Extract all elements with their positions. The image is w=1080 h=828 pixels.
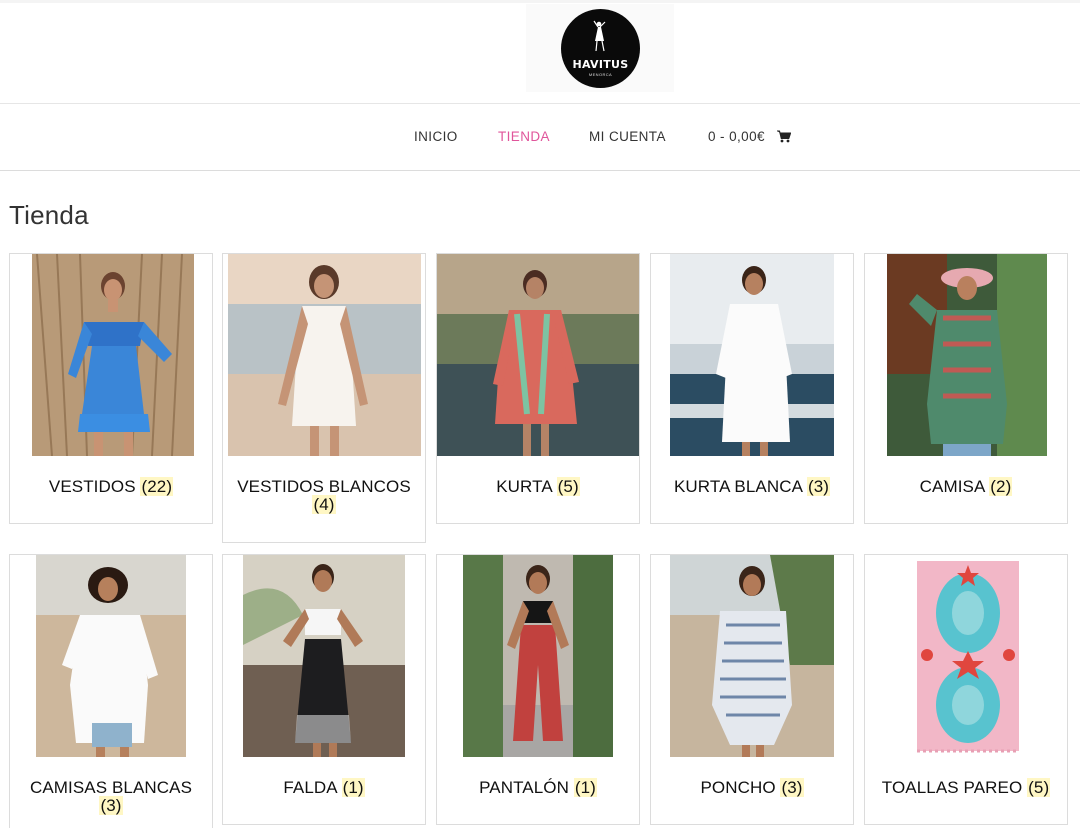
category-image-kurta-blanca [670, 254, 834, 456]
category-image-camisas-blancas [36, 555, 186, 757]
shopping-cart-icon [777, 130, 792, 143]
category-label: FALDA (1) [283, 778, 365, 797]
category-count: (3) [806, 477, 831, 496]
category-image-poncho [670, 555, 834, 757]
category-label: VESTIDOS (22) [48, 477, 174, 496]
category-image-camisa [887, 254, 1047, 456]
category-card-toallas-pareo[interactable]: TOALLAS PAREO (5) [864, 554, 1068, 825]
category-count: (22) [140, 477, 174, 496]
category-card-camisa[interactable]: CAMISA (2) [864, 253, 1068, 524]
category-count: (1) [573, 778, 597, 797]
category-label: KURTA BLANCA (3) [673, 477, 831, 496]
category-count: (4) [312, 495, 336, 514]
category-image-pantalon [463, 555, 613, 757]
category-count: (2) [989, 477, 1013, 496]
category-image-toallas-pareo [887, 555, 1047, 757]
category-count: (3) [780, 778, 804, 797]
category-image-kurta [437, 254, 639, 456]
nav-mi-cuenta[interactable]: MI CUENTA [589, 129, 666, 144]
dancer-silhouette-icon [593, 20, 606, 52]
category-count: (5) [1027, 778, 1051, 797]
category-label: KURTA (5) [496, 477, 580, 496]
brand-name: HAVITUS [572, 58, 629, 71]
category-label: PONCHO (3) [700, 778, 804, 797]
category-card-vestidos-blancos[interactable]: VESTIDOS BLANCOS (4) [222, 253, 426, 543]
category-card-kurta-blanca[interactable]: KURTA BLANCA (3) [650, 253, 854, 524]
brand-logo: HAVITUS MENORCA [561, 9, 640, 88]
category-image-falda [243, 555, 405, 757]
category-label: PANTALÓN (1) [479, 778, 597, 797]
category-card-pantalon[interactable]: PANTALÓN (1) [436, 554, 640, 825]
category-card-kurta[interactable]: KURTA (5) [436, 253, 640, 524]
category-card-falda[interactable]: FALDA (1) [222, 554, 426, 825]
category-label: TOALLAS PAREO (5) [881, 778, 1051, 797]
cart-link[interactable]: 0 - 0,00€ [708, 129, 792, 144]
category-image-vestidos [32, 254, 194, 456]
category-count: (5) [556, 477, 580, 496]
category-count: (1) [341, 778, 365, 797]
brand-tagline: MENORCA [588, 72, 613, 77]
nav-inicio[interactable]: INICIO [414, 129, 458, 144]
cart-total: 0 - 0,00€ [708, 129, 765, 144]
category-label: VESTIDOS BLANCOS (4) [237, 477, 411, 514]
category-card-camisas-blancas[interactable]: CAMISAS BLANCAS (3) [9, 554, 213, 828]
category-card-vestidos[interactable]: VESTIDOS (22) [9, 253, 213, 524]
category-image-vestidos-blancos [228, 254, 421, 456]
site-header: HAVITUS MENORCA [0, 0, 1080, 104]
category-card-poncho[interactable]: PONCHO (3) [650, 554, 854, 825]
logo-link[interactable]: HAVITUS MENORCA [526, 4, 674, 92]
main-navigation: INICIO TIENDA MI CUENTA 0 - 0,00€ [0, 105, 1080, 171]
category-label: CAMISA (2) [919, 477, 1013, 496]
category-count: (3) [99, 796, 123, 815]
page-title: Tienda [9, 200, 89, 230]
nav-tienda[interactable]: TIENDA [498, 129, 550, 144]
category-label: CAMISAS BLANCAS (3) [29, 778, 193, 815]
